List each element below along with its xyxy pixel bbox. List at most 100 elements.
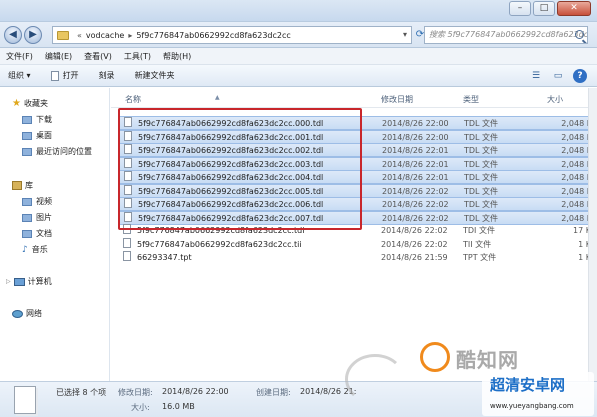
menu-view[interactable]: 查看(V): [84, 51, 112, 62]
computer-icon: [13, 277, 25, 286]
file-size: 17 K: [573, 226, 591, 235]
watermark-badge-title: 超清安卓网: [490, 376, 566, 394]
created-label: 创建日期:: [256, 388, 291, 397]
nav-desktop-label: 桌面: [36, 131, 52, 140]
file-date: 2014/8/26 22:02: [381, 239, 448, 249]
document-icon: [50, 70, 59, 81]
modified-label: 修改日期:: [118, 388, 153, 397]
column-name[interactable]: 名称: [125, 94, 141, 105]
open-button[interactable]: 打开: [50, 70, 79, 81]
network-icon: [12, 309, 23, 318]
watermark-swoosh: [345, 354, 405, 404]
open-label: 打开: [62, 71, 79, 80]
menu-file[interactable]: 文件(F): [6, 51, 33, 62]
menu-tools[interactable]: 工具(T): [124, 51, 151, 62]
nav-recent[interactable]: 最近访问的位置: [22, 146, 92, 157]
nav-computer-label: 计算机: [27, 277, 52, 286]
file-date: 2014/8/26 22:02: [381, 226, 448, 235]
back-button[interactable]: ◀: [4, 26, 22, 44]
nav-music[interactable]: ♪ 音乐: [22, 244, 48, 255]
nav-libraries[interactable]: 库: [12, 180, 33, 191]
recent-places-icon: [22, 147, 32, 156]
column-type[interactable]: 类型: [463, 94, 479, 105]
desktop-icon: [22, 131, 32, 140]
file-row[interactable]: 5f9c776847ab0662992cd8fa623dc2cc.tii 2014…: [119, 237, 591, 252]
chevron-right-icon: ▸: [128, 30, 133, 40]
preview-pane-icon[interactable]: ▭: [551, 69, 565, 83]
help-icon[interactable]: ?: [573, 69, 587, 83]
nav-videos[interactable]: 视频: [22, 196, 52, 207]
document-icon: [22, 229, 32, 238]
file-icon: [14, 386, 36, 414]
file-type: TDI 文件: [463, 226, 495, 235]
nav-favorites-label: 收藏夹: [23, 99, 48, 108]
new-folder-button[interactable]: 新建文件夹: [135, 70, 175, 81]
chevron-icon: «: [77, 30, 82, 40]
file-type: TPT 文件: [463, 253, 497, 262]
picture-icon: [22, 213, 32, 222]
menu-help[interactable]: 帮助(H): [163, 51, 191, 62]
file-row[interactable]: 66293347.tpt 2014/8/26 21:59 TPT 文件 1 K: [119, 251, 591, 265]
nav-computer[interactable]: ▷ 计算机: [6, 276, 52, 287]
forward-button[interactable]: ▶: [24, 26, 42, 44]
address-bar[interactable]: « vodcache ▸ 5f9c776847ab0662992cd8fa623…: [52, 26, 412, 44]
column-date[interactable]: 修改日期: [381, 94, 413, 105]
nav-music-label: 音乐: [31, 245, 48, 254]
window-controls: – □ ✕: [507, 1, 591, 16]
nav-documents[interactable]: 文档: [22, 228, 52, 239]
column-size[interactable]: 大小: [547, 94, 563, 105]
breadcrumb-vodcache[interactable]: vodcache: [86, 31, 124, 40]
nav-pictures-label: 图片: [36, 213, 52, 222]
address-row: ◀ ▶ « vodcache ▸ 5f9c776847ab0662992cd8f…: [0, 22, 597, 48]
downloads-folder-icon: [22, 115, 32, 124]
title-bar: – □ ✕: [0, 0, 597, 22]
size-value: 16.0 MB: [162, 402, 195, 411]
menu-edit[interactable]: 编辑(E): [45, 51, 72, 62]
video-icon: [22, 197, 32, 206]
file-name: 5f9c776847ab0662992cd8fa623dc2cc.tii: [137, 239, 302, 249]
selected-count: 已选择 8 个项: [56, 388, 107, 397]
nav-downloads[interactable]: 下载: [22, 114, 52, 125]
column-headers: ▲ 名称 修改日期 类型 大小: [111, 88, 591, 108]
organize-button[interactable]: 组织 ▾: [8, 70, 31, 81]
file-date: 2014/8/26 21:59: [381, 253, 448, 262]
watermark-brand: 酷知网: [456, 348, 519, 372]
file-size: 1 K: [578, 239, 591, 249]
vertical-scrollbar[interactable]: [588, 88, 597, 381]
breadcrumb-current-folder[interactable]: 5f9c776847ab0662992cd8fa623dc2cc: [136, 31, 290, 40]
nav-desktop[interactable]: 桌面: [22, 130, 52, 141]
burn-button[interactable]: 刻录: [99, 70, 115, 81]
expand-icon[interactable]: ▷: [6, 278, 11, 285]
nav-videos-label: 视频: [36, 197, 52, 206]
size-label: 大小:: [131, 403, 150, 412]
nav-favorites[interactable]: ★ 收藏夹: [12, 98, 48, 109]
nav-recent-label: 最近访问的位置: [36, 147, 92, 156]
file-icon: [123, 237, 131, 248]
file-type: TII 文件: [463, 239, 492, 249]
minimize-button[interactable]: –: [509, 1, 531, 16]
search-input[interactable]: 搜索 5f9c776847ab0662992cd8fa623dc2cc: [424, 26, 588, 44]
file-icon: [123, 251, 131, 261]
file-size: 1 K: [578, 253, 591, 262]
nav-pictures[interactable]: 图片: [22, 212, 52, 223]
nav-downloads-label: 下载: [36, 115, 52, 124]
modified-value: 2014/8/26 22:00: [162, 387, 229, 396]
search-icon[interactable]: [575, 30, 584, 39]
view-options-icon[interactable]: ☰: [529, 69, 543, 83]
maximize-button[interactable]: □: [533, 1, 555, 16]
watermark-badge-url: www.yueyangbang.com: [490, 402, 574, 410]
star-icon: ★: [12, 98, 21, 109]
nav-network[interactable]: 网络: [12, 308, 42, 319]
nav-network-label: 网络: [26, 309, 42, 318]
highlight-box: [118, 108, 362, 230]
command-bar: 组织 ▾ 打开 刻录 新建文件夹 ☰ ▭ ?: [0, 65, 597, 87]
music-icon: ♪: [22, 244, 28, 255]
nav-libraries-label: 库: [25, 181, 33, 190]
watermark-badge: 超清安卓网 www.yueyangbang.com: [482, 372, 594, 416]
chevron-down-icon[interactable]: ▾: [403, 30, 407, 39]
close-button[interactable]: ✕: [557, 1, 591, 16]
folder-icon: [57, 30, 69, 40]
sort-arrow-icon: ▲: [215, 94, 220, 101]
navigation-pane: ★ 收藏夹 下载 桌面 最近访问的位置 库 视频 图片 文档 ♪ 音乐 ▷ 计算…: [0, 88, 110, 381]
file-name: 66293347.tpt: [137, 253, 192, 262]
